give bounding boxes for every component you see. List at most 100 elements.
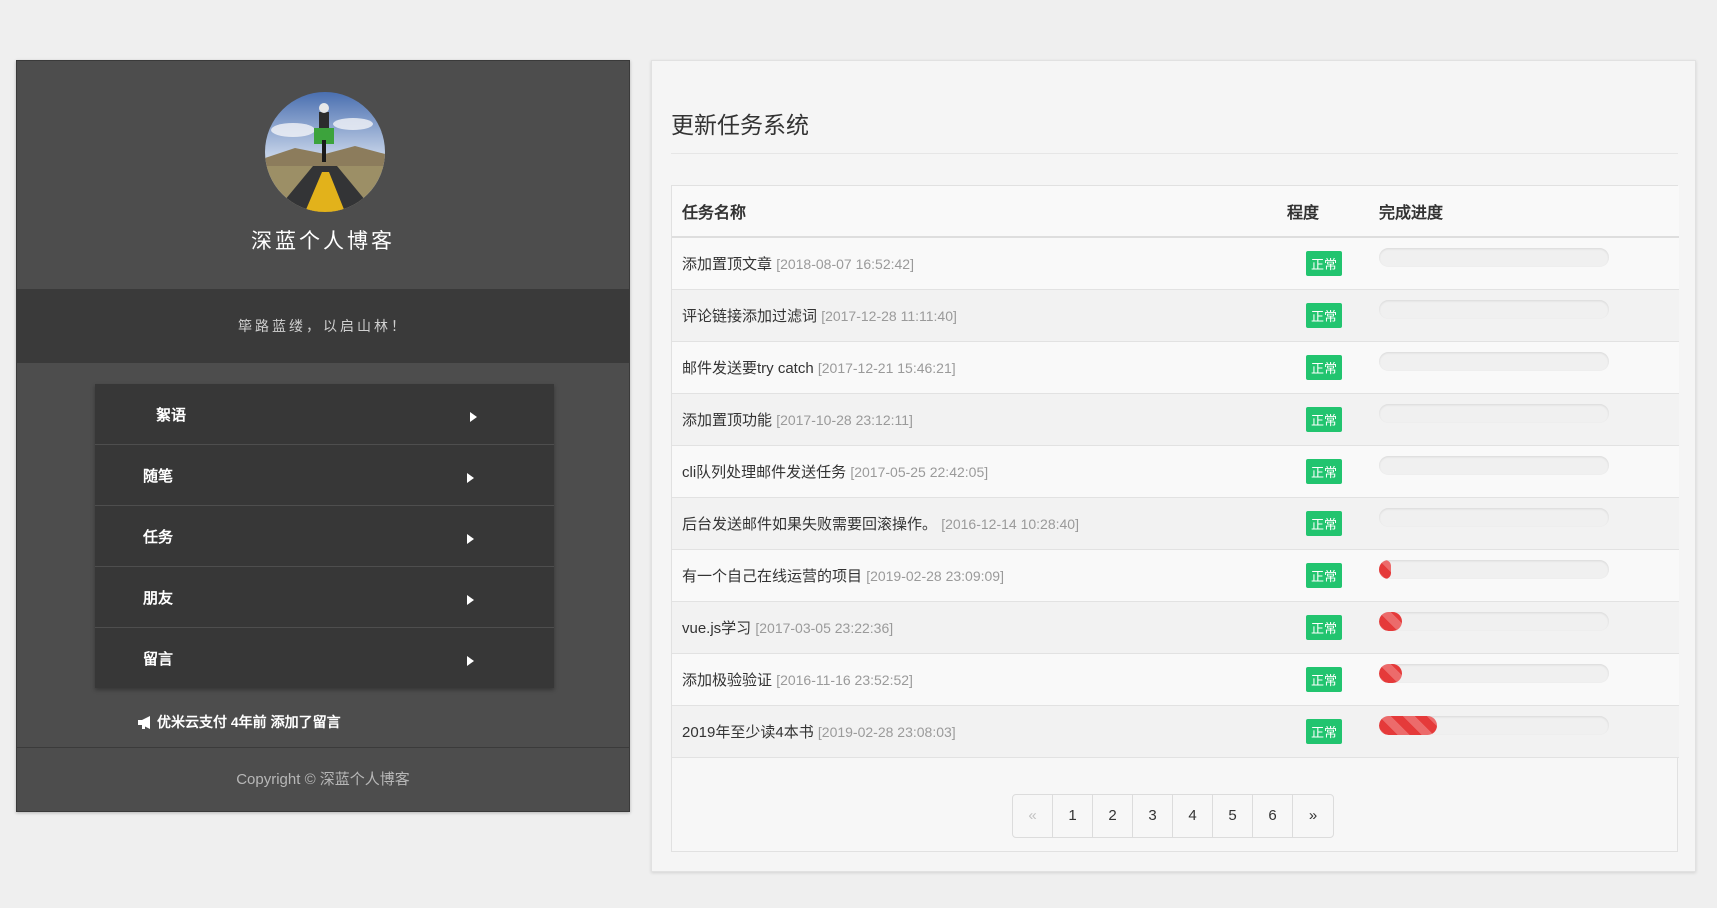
column-header-name: 任务名称 <box>672 186 1277 238</box>
caret-right-icon <box>470 409 477 426</box>
task-status-cell: 正常 <box>1277 289 1369 342</box>
table-row: 评论链接添加过滤词 [2017-12-28 11:11:40] 正常 <box>672 289 1679 342</box>
caret-right-icon <box>467 531 474 548</box>
column-header-progress: 完成进度 <box>1369 186 1679 238</box>
page-title: 更新任务系统 <box>671 112 809 138</box>
task-name[interactable]: cli队列处理邮件发送任务 <box>682 464 846 481</box>
task-name[interactable]: 添加置顶功能 <box>682 412 772 429</box>
task-timestamp: [2017-12-28 11:11:40] <box>821 308 957 324</box>
pagination-page-2[interactable]: 2 <box>1093 795 1133 837</box>
task-progress-cell <box>1369 289 1679 342</box>
task-table: 任务名称 程度 完成进度 添加置顶文章 [2018-08-07 16:52:42… <box>672 186 1679 758</box>
pagination-prev[interactable]: « <box>1013 795 1053 837</box>
pagination-page-4[interactable]: 4 <box>1173 795 1213 837</box>
task-status-cell: 正常 <box>1277 497 1369 550</box>
task-name-cell: vue.js学习 [2017-03-05 23:22:36] <box>672 601 1277 654</box>
task-name[interactable]: 添加极验验证 <box>682 672 772 689</box>
task-timestamp: [2016-11-16 23:52:52] <box>776 672 913 688</box>
progress-bar <box>1379 664 1609 683</box>
task-name[interactable]: 邮件发送要try catch <box>682 360 814 377</box>
table-row: 邮件发送要try catch [2017-12-21 15:46:21] 正常 <box>672 341 1679 394</box>
progress-bar-fill <box>1379 560 1391 579</box>
progress-bar-fill <box>1379 612 1402 631</box>
pagination: « 1 2 3 4 5 6 » <box>1012 794 1334 838</box>
task-name-cell: 评论链接添加过滤词 [2017-12-28 11:11:40] <box>672 289 1277 342</box>
sidebar-item-messages[interactable]: 留言 <box>95 628 554 688</box>
task-progress-cell <box>1369 601 1679 654</box>
table-row: 2019年至少读4本书 [2019-02-28 23:08:03] 正常 <box>672 705 1679 758</box>
task-status-cell: 正常 <box>1277 549 1369 602</box>
table-row: cli队列处理邮件发送任务 [2017-05-25 22:42:05] 正常 <box>672 445 1679 498</box>
caret-right-icon <box>467 592 474 609</box>
title-divider <box>671 153 1678 154</box>
task-name-cell: 添加置顶文章 [2018-08-07 16:52:42] <box>672 237 1277 290</box>
avatar[interactable] <box>265 92 385 212</box>
pagination-page-1[interactable]: 1 <box>1053 795 1093 837</box>
task-timestamp: [2018-08-07 16:52:42] <box>776 256 914 272</box>
status-badge[interactable]: 正常 <box>1306 511 1343 536</box>
task-timestamp: [2017-03-05 23:22:36] <box>755 620 894 636</box>
status-badge[interactable]: 正常 <box>1306 407 1343 432</box>
sidebar-item-label: 朋友 <box>143 590 174 607</box>
status-badge[interactable]: 正常 <box>1306 459 1343 484</box>
task-timestamp: [2016-12-14 10:28:40] <box>941 516 1079 532</box>
table-row: 添加置顶功能 [2017-10-28 23:12:11] 正常 <box>672 393 1679 446</box>
pagination-page-3[interactable]: 3 <box>1133 795 1173 837</box>
task-name-cell: 添加极验验证 [2016-11-16 23:52:52] <box>672 653 1277 706</box>
task-status-cell: 正常 <box>1277 705 1369 758</box>
task-name[interactable]: 添加置顶文章 <box>682 256 772 273</box>
task-name-cell: 有一个自己在线运营的项目 [2019-02-28 23:09:09] <box>672 549 1277 602</box>
task-status-cell: 正常 <box>1277 237 1369 290</box>
task-status-cell: 正常 <box>1277 445 1369 498</box>
status-badge[interactable]: 正常 <box>1306 355 1343 380</box>
site-motto: 筚路蓝缕，以启山林！ <box>17 289 629 363</box>
task-name[interactable]: 有一个自己在线运营的项目 <box>682 568 862 585</box>
status-badge[interactable]: 正常 <box>1306 251 1343 276</box>
task-name[interactable]: vue.js学习 <box>682 620 751 637</box>
column-header-status: 程度 <box>1277 186 1369 238</box>
sidebar-item-essays[interactable]: 随笔 <box>95 445 554 506</box>
sidebar-footer: Copyright © 深蓝个人博客 <box>17 747 629 811</box>
sidebar-item-label: 随笔 <box>143 468 174 485</box>
task-timestamp: [2017-12-21 15:46:21] <box>817 360 956 376</box>
task-panel: 更新任务系统 任务名称 程度 完成进度 添加置顶文章 [2018-08-07 1… <box>651 60 1696 872</box>
task-name[interactable]: 后台发送邮件如果失败需要回滚操作。 <box>682 516 937 533</box>
pagination-page-6[interactable]: 6 <box>1253 795 1293 837</box>
task-name[interactable]: 2019年至少读4本书 <box>682 724 814 741</box>
task-progress-cell <box>1369 497 1679 550</box>
status-badge[interactable]: 正常 <box>1306 719 1343 744</box>
task-progress-cell <box>1369 549 1679 602</box>
table-header-row: 任务名称 程度 完成进度 <box>672 186 1679 238</box>
pagination-next[interactable]: » <box>1293 795 1333 837</box>
status-badge[interactable]: 正常 <box>1306 667 1343 692</box>
task-progress-cell <box>1369 445 1679 498</box>
task-name-cell: 添加置顶功能 [2017-10-28 23:12:11] <box>672 393 1277 446</box>
progress-bar <box>1379 300 1609 319</box>
notice-text: 优米云支付 4年前 添加了留言 <box>157 714 341 730</box>
sidebar-item-whispers[interactable]: 絮语 <box>95 384 554 445</box>
caret-right-icon <box>467 653 474 670</box>
task-status-cell: 正常 <box>1277 601 1369 654</box>
status-badge[interactable]: 正常 <box>1306 563 1343 588</box>
sidebar-item-tasks[interactable]: 任务 <box>95 506 554 567</box>
task-progress-cell <box>1369 653 1679 706</box>
task-status-cell: 正常 <box>1277 653 1369 706</box>
sidebar-item-label: 絮语 <box>156 407 187 424</box>
progress-bar <box>1379 248 1609 267</box>
task-name[interactable]: 评论链接添加过滤词 <box>682 308 817 325</box>
task-name-cell: 2019年至少读4本书 [2019-02-28 23:08:03] <box>672 705 1277 758</box>
status-badge[interactable]: 正常 <box>1306 615 1343 640</box>
sidebar-item-friends[interactable]: 朋友 <box>95 567 554 628</box>
table-row: 有一个自己在线运营的项目 [2019-02-28 23:09:09] 正常 <box>672 549 1679 602</box>
progress-bar <box>1379 612 1609 631</box>
table-row: vue.js学习 [2017-03-05 23:22:36] 正常 <box>672 601 1679 654</box>
table-row: 添加极验验证 [2016-11-16 23:52:52] 正常 <box>672 653 1679 706</box>
sidebar-item-label: 留言 <box>143 651 174 668</box>
status-badge[interactable]: 正常 <box>1306 303 1343 328</box>
task-progress-cell <box>1369 341 1679 394</box>
caret-right-icon <box>467 470 474 487</box>
progress-bar <box>1379 456 1609 475</box>
latest-activity-notice[interactable]: 优米云支付 4年前 添加了留言 <box>138 712 341 732</box>
task-table-container: 任务名称 程度 完成进度 添加置顶文章 [2018-08-07 16:52:42… <box>671 185 1679 852</box>
pagination-page-5[interactable]: 5 <box>1213 795 1253 837</box>
